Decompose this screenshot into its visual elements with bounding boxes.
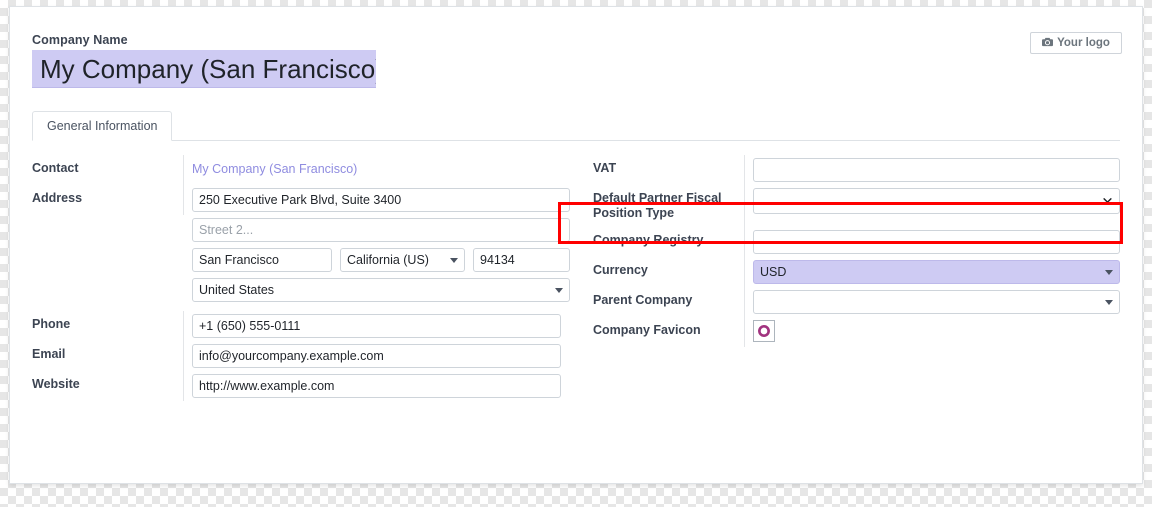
currency-input[interactable] [753, 260, 1120, 284]
left-column: Contact My Company (San Francisco) Addre… [32, 155, 561, 401]
field-label-vat: VAT [593, 155, 745, 185]
phone-input[interactable] [192, 314, 561, 338]
company-name-input[interactable]: My Company (San Francisco) [32, 50, 376, 88]
odoo-favicon-ring-icon [757, 324, 771, 338]
field-currency: Currency [593, 257, 1120, 287]
field-label-website: Website [32, 371, 184, 401]
camera-icon [1042, 37, 1053, 50]
field-address: Address [32, 185, 561, 311]
right-column: VAT Default Partner Fiscal Position Type [593, 155, 1120, 401]
field-label-parent-company: Parent Company [593, 287, 745, 317]
field-parent-company: Parent Company [593, 287, 1120, 317]
field-label-email: Email [32, 341, 184, 371]
field-label-company-favicon: Company Favicon [593, 317, 745, 347]
company-name-label: Company Name [32, 33, 1120, 47]
field-company-favicon: Company Favicon [593, 317, 1120, 347]
address-state-input[interactable] [340, 248, 465, 272]
tab-strip: General Information [32, 110, 1120, 141]
field-label-currency: Currency [593, 257, 745, 287]
field-label-phone: Phone [32, 311, 184, 341]
field-label-contact: Contact [32, 155, 184, 185]
vat-input[interactable] [753, 158, 1120, 182]
field-email: Email [32, 341, 561, 371]
field-label-default-partner-fiscal-position-type: Default Partner Fiscal Position Type [593, 185, 745, 227]
field-label-company-registry: Company Registry [593, 227, 745, 257]
notebook: General Information [10, 110, 1142, 141]
address-street-input[interactable] [192, 188, 570, 212]
field-website: Website [32, 371, 561, 401]
address-street2-input[interactable] [192, 218, 570, 242]
parent-company-input[interactable] [753, 290, 1120, 314]
default-partner-fiscal-position-type-select[interactable] [753, 188, 1120, 214]
address-city-input[interactable] [192, 248, 332, 272]
form-header: Company Name My Company (San Francisco) … [10, 7, 1142, 88]
field-phone: Phone [32, 311, 561, 341]
address-zip-input[interactable] [473, 248, 570, 272]
form-body: Contact My Company (San Francisco) Addre… [10, 141, 1142, 401]
website-input[interactable] [192, 374, 561, 398]
field-vat: VAT [593, 155, 1120, 185]
your-logo-button[interactable]: Your logo [1030, 32, 1122, 54]
contact-link[interactable]: My Company (San Francisco) [192, 158, 561, 182]
company-favicon-image[interactable] [753, 320, 775, 342]
email-input[interactable] [192, 344, 561, 368]
your-logo-label: Your logo [1057, 37, 1110, 49]
field-company-registry: Company Registry [593, 227, 1120, 257]
company-registry-input[interactable] [753, 230, 1120, 254]
address-country-input[interactable] [192, 278, 570, 302]
field-contact: Contact My Company (San Francisco) [32, 155, 561, 185]
field-default-partner-fiscal-position-type: Default Partner Fiscal Position Type [593, 185, 1120, 227]
field-label-address: Address [32, 185, 184, 215]
company-form-sheet: Company Name My Company (San Francisco) … [9, 6, 1143, 484]
tab-general-information[interactable]: General Information [32, 111, 172, 141]
